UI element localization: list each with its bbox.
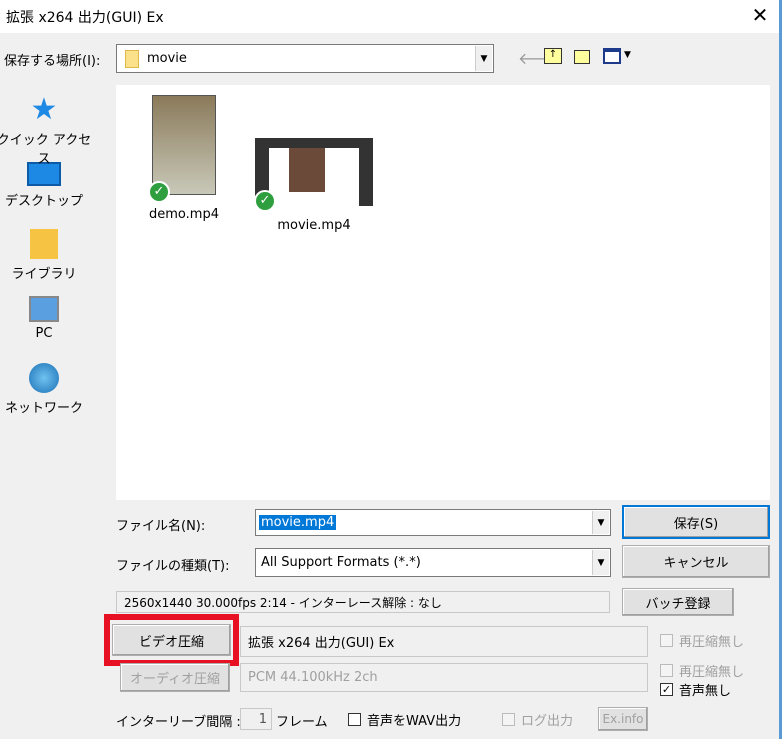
place-label: デスクトップ [4, 194, 83, 209]
save-in-value: movie [147, 51, 187, 66]
chevron-down-icon[interactable]: ▼ [592, 511, 609, 534]
checkbox [502, 713, 515, 726]
new-folder-icon[interactable] [574, 50, 590, 64]
audio-norecompress-checkbox: 再圧縮無し [660, 661, 744, 680]
cancel-button[interactable]: キャンセル [622, 545, 770, 578]
log-output-checkbox: ログ出力 [502, 710, 573, 729]
video-info: 2560x1440 30.000fps 2:14 - インターレース解除 : な… [116, 591, 610, 613]
file-name: movie.mp4 [277, 218, 351, 233]
video-codec-field: 拡張 x264 出力(GUI) Ex [240, 626, 648, 657]
close-button[interactable]: ✕ [745, 3, 775, 27]
file-item[interactable]: ✓ demo.mp4 [134, 95, 234, 222]
place-pc[interactable]: PC [0, 296, 94, 363]
checkbox[interactable] [348, 713, 361, 726]
checkbox-label: 音声無し [679, 684, 732, 699]
checkbox [660, 634, 673, 647]
place-network[interactable]: ネットワーク [0, 363, 94, 430]
interleave-label: インターリーブ間隔 : [116, 715, 241, 730]
exinfo-button: Ex.info [598, 707, 648, 731]
place-desktop[interactable]: デスクトップ [0, 162, 94, 229]
view-menu-icon[interactable] [603, 48, 621, 64]
window-title: 拡張 x264 出力(GUI) Ex [6, 10, 164, 26]
video-compress-button[interactable]: ビデオ圧縮 [112, 624, 231, 656]
interleave-unit: フレーム [276, 715, 328, 730]
places-bar: ★ クイック アクセス デスクトップ ライブラリ PC ネットワーク [0, 95, 94, 430]
checkbox-label: ログ出力 [521, 714, 574, 729]
checkmark-icon[interactable]: ✓ [660, 683, 673, 696]
filename-label: ファイル名(N): [116, 519, 206, 534]
video-norecompress-checkbox: 再圧縮無し [660, 631, 744, 650]
pc-icon [29, 296, 59, 322]
file-name: demo.mp4 [149, 207, 219, 222]
network-icon [29, 363, 59, 393]
save-in-label: 保存する場所(I): [4, 54, 101, 69]
save-button[interactable]: 保存(S) [622, 505, 770, 539]
chevron-down-icon[interactable]: ▼ [592, 550, 609, 575]
audio-compress-button: オーディオ圧縮 [120, 663, 230, 692]
filename-input[interactable]: movie.mp4 [259, 515, 337, 530]
star-icon: ★ [30, 92, 58, 127]
filetype-value: All Support Formats (*.*) [261, 555, 421, 570]
check-icon: ✓ [254, 190, 276, 212]
checkbox-label: 音声をWAV出力 [367, 714, 462, 729]
folder-icon [125, 49, 139, 68]
file-list[interactable]: ✓ demo.mp4 ✓ movie.mp4 [116, 85, 770, 500]
wav-output-checkbox[interactable]: 音声をWAV出力 [348, 710, 461, 729]
no-audio-checkbox[interactable]: ✓ 音声無し [660, 680, 731, 699]
video-thumbnail [152, 95, 216, 195]
view-dropdown-icon[interactable]: ▼ [624, 50, 631, 60]
filename-combo[interactable]: movie.mp4 ▼ [255, 509, 611, 536]
batch-register-button[interactable]: バッチ登録 [622, 588, 734, 616]
place-label: ライブラリ [11, 267, 77, 282]
checkbox-label: 再圧縮無し [679, 665, 745, 680]
place-quick-access[interactable]: ★ クイック アクセス [0, 92, 94, 168]
chevron-down-icon[interactable]: ▼ [475, 46, 492, 71]
checkbox [660, 664, 673, 677]
checkbox-label: 再圧縮無し [679, 635, 745, 650]
library-icon [30, 229, 58, 259]
place-label: PC [35, 326, 53, 341]
audio-codec-field: PCM 44.100kHz 2ch [240, 663, 648, 692]
place-library[interactable]: ライブラリ [0, 229, 94, 296]
folder-up-icon[interactable]: ↑ [544, 48, 562, 64]
filetype-combo[interactable]: All Support Formats (*.*) ▼ [255, 548, 611, 577]
filetype-label: ファイルの種類(T): [116, 559, 230, 574]
place-label: ネットワーク [4, 401, 83, 416]
file-item[interactable]: ✓ movie.mp4 [254, 138, 374, 233]
save-in-combo[interactable]: movie ▼ [116, 44, 494, 73]
interleave-input[interactable]: 1 [240, 708, 272, 730]
check-icon: ✓ [148, 181, 170, 203]
